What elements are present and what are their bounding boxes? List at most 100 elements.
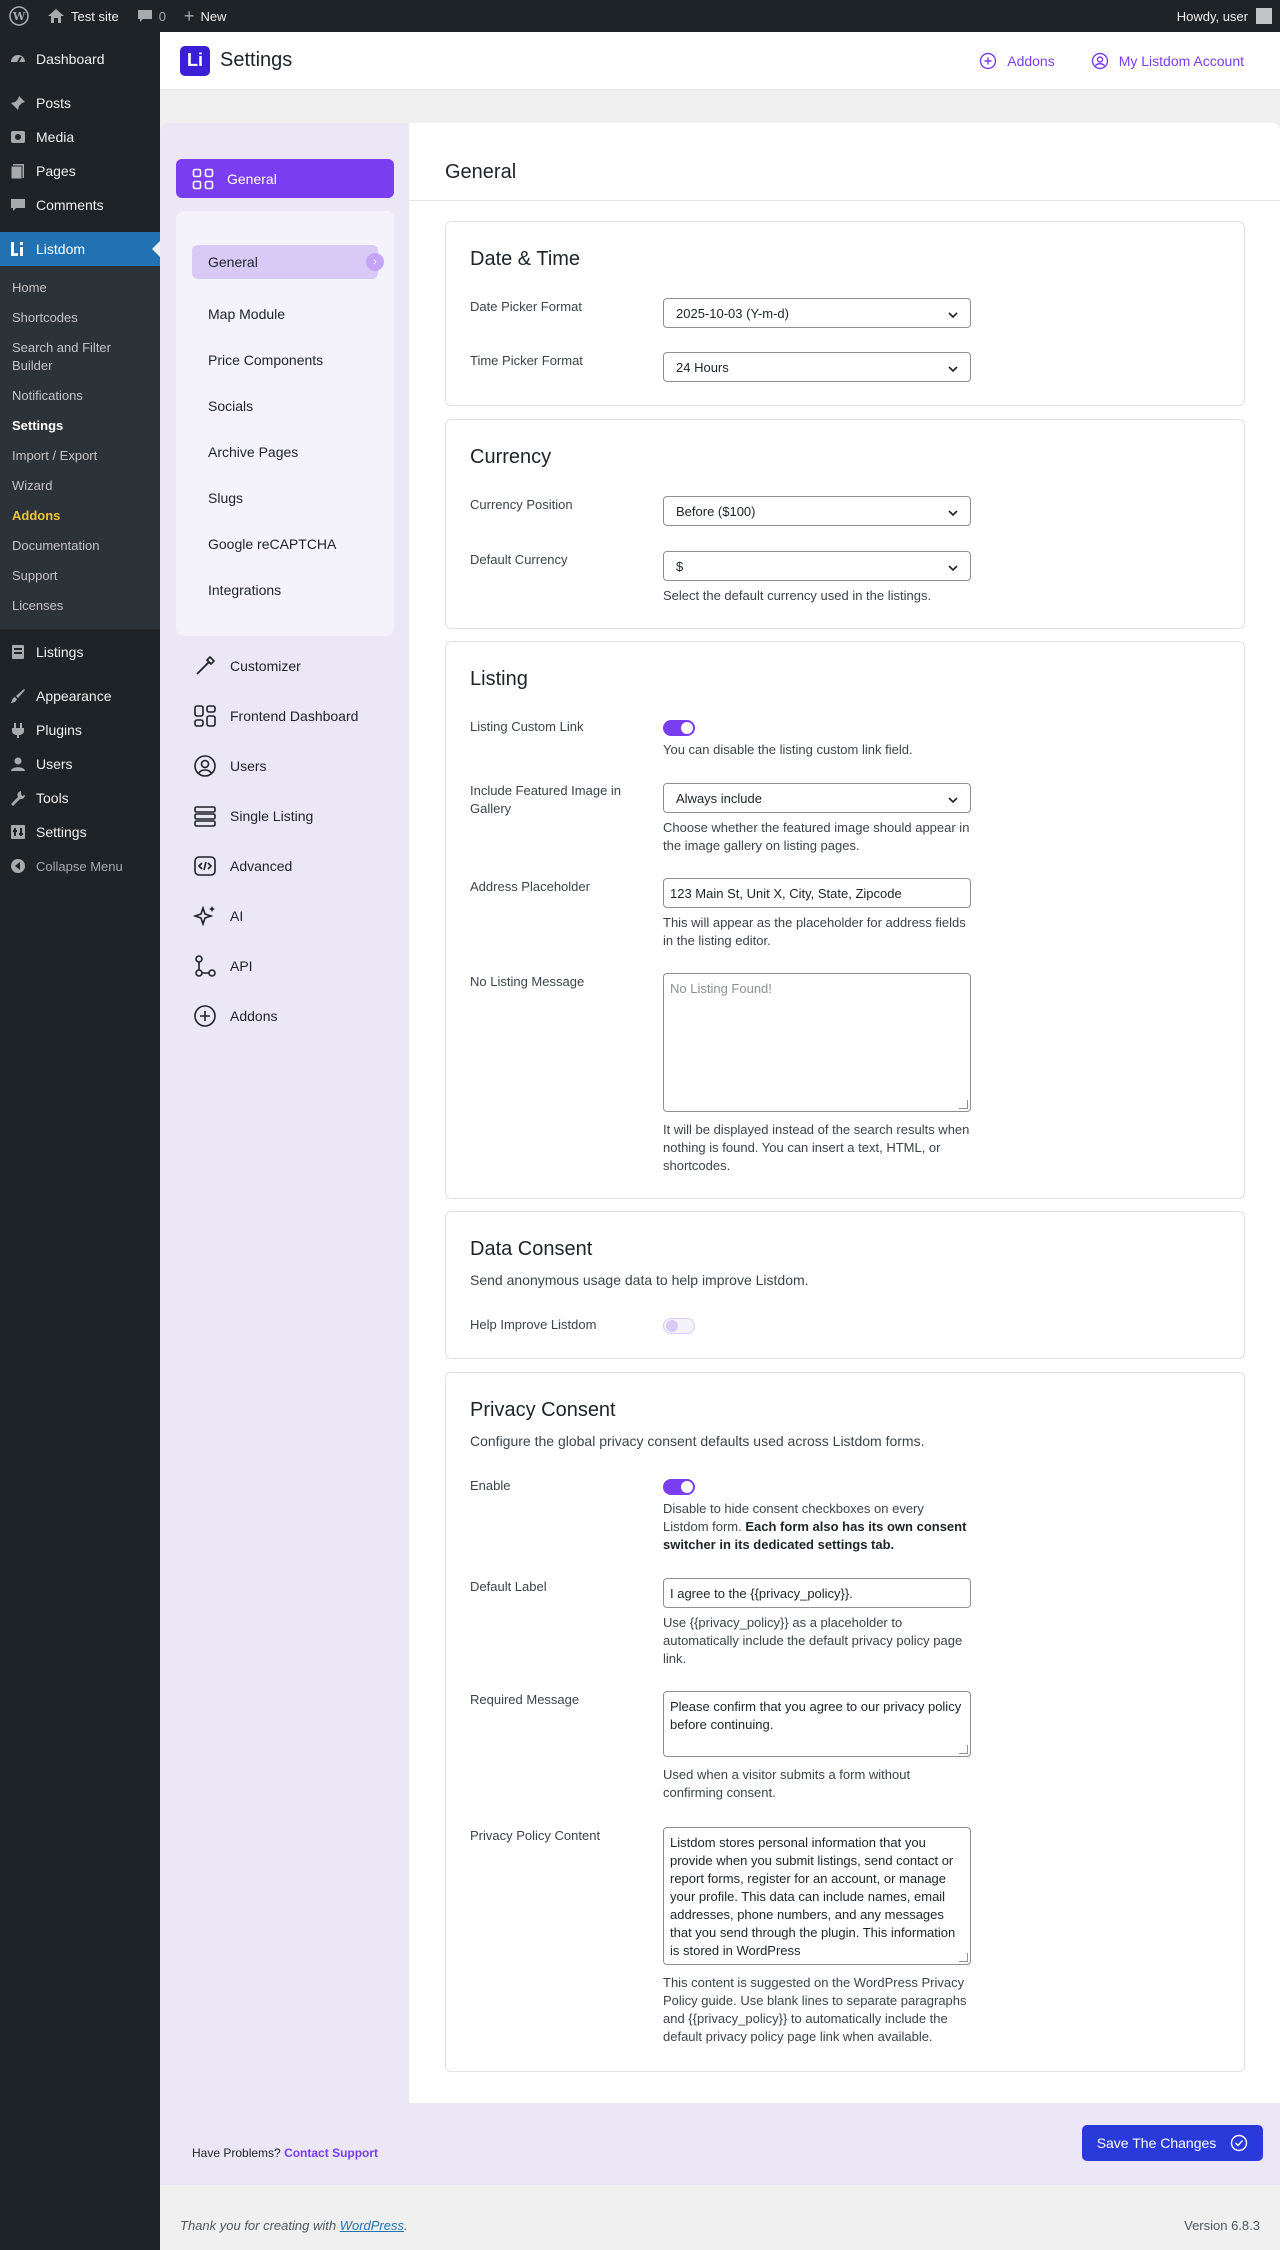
submenu-search-filter[interactable]: Search and Filter Builder xyxy=(0,333,160,381)
currency-position-select[interactable]: Before ($100) xyxy=(663,496,971,526)
account-menu[interactable]: Howdy, user xyxy=(1168,0,1280,32)
subnav-general[interactable]: General › xyxy=(192,245,384,279)
address-placeholder-input[interactable]: 123 Main St, Unit X, City, State, Zipcod… xyxy=(663,878,971,908)
collapse-label: Collapse Menu xyxy=(36,858,123,874)
address-placeholder-help: This will appear as the placeholder for … xyxy=(663,915,966,948)
help-improve-toggle[interactable] xyxy=(663,1318,695,1334)
menu-listings[interactable]: Listings xyxy=(0,635,160,669)
date-format-select[interactable]: 2025-10-03 (Y-m-d) xyxy=(663,298,971,328)
addons-link[interactable]: Addons xyxy=(979,52,1055,70)
menu-label: Appearance xyxy=(36,688,112,704)
nav-customizer[interactable]: Customizer xyxy=(192,653,301,679)
wrench-icon xyxy=(8,788,28,808)
submenu-home[interactable]: Home xyxy=(0,273,160,303)
submenu-documentation[interactable]: Documentation xyxy=(0,531,160,561)
submenu-settings[interactable]: Settings xyxy=(0,411,160,441)
currency-position-label: Currency Position xyxy=(470,497,573,512)
collapse-menu-button[interactable]: Collapse Menu xyxy=(0,849,160,883)
site-name-link[interactable]: Test site xyxy=(38,0,128,32)
nav-general[interactable]: General xyxy=(176,159,394,198)
menu-posts[interactable]: Posts xyxy=(0,86,160,120)
required-message-textarea[interactable]: Please confirm that you agree to our pri… xyxy=(663,1691,971,1757)
menu-listdom[interactable]: Listdom xyxy=(0,232,160,266)
nav-addons[interactable]: Addons xyxy=(192,1003,277,1029)
default-label-input[interactable]: I agree to the {{privacy_policy}}. xyxy=(663,1578,971,1608)
account-link[interactable]: My Listdom Account xyxy=(1091,52,1244,70)
menu-media[interactable]: Media xyxy=(0,120,160,154)
subnav-archive-pages[interactable]: Archive Pages xyxy=(176,429,394,475)
card-title: Data Consent xyxy=(470,1238,593,1260)
account-link-label: My Listdom Account xyxy=(1118,52,1244,69)
menu-pages[interactable]: Pages xyxy=(0,154,160,188)
no-listing-help: It will be displayed instead of the sear… xyxy=(663,1122,970,1173)
wp-version: Version 6.8.3 xyxy=(1184,2218,1260,2233)
subnav-price-components[interactable]: Price Components xyxy=(176,337,394,383)
subnav-map-module[interactable]: Map Module xyxy=(176,291,394,337)
nav-label: Frontend Dashboard xyxy=(230,708,359,724)
plus-circle-icon xyxy=(192,1003,218,1029)
wordpress-link[interactable]: WordPress xyxy=(340,2218,404,2233)
menu-dashboard[interactable]: Dashboard xyxy=(0,42,160,76)
page-title: Settings xyxy=(220,49,293,71)
new-content-link[interactable]: + New xyxy=(175,0,236,32)
nav-frontend-dashboard[interactable]: Frontend Dashboard xyxy=(192,703,358,729)
menu-settings[interactable]: Settings xyxy=(0,815,160,849)
featured-image-select[interactable]: Always include xyxy=(663,783,971,813)
custom-link-toggle[interactable] xyxy=(663,720,695,736)
support-line: Have Problems? Contact Support xyxy=(192,2146,378,2160)
contact-support-link[interactable]: Contact Support xyxy=(284,2146,378,2160)
submenu-licenses[interactable]: Licenses xyxy=(0,591,160,621)
subnav-label: General xyxy=(208,254,258,270)
time-format-select[interactable]: 24 Hours xyxy=(663,352,971,382)
menu-users[interactable]: Users xyxy=(0,747,160,781)
submenu-shortcodes[interactable]: Shortcodes xyxy=(0,303,160,333)
submenu-notifications[interactable]: Notifications xyxy=(0,381,160,411)
default-currency-select[interactable]: $ xyxy=(663,551,971,581)
page-icon xyxy=(8,161,28,181)
enable-toggle[interactable] xyxy=(663,1479,695,1495)
policy-content-textarea[interactable]: Listdom stores personal information that… xyxy=(663,1827,971,1965)
menu-comments[interactable]: Comments xyxy=(0,188,160,222)
menu-label: Media xyxy=(36,129,75,145)
plus-icon: + xyxy=(183,5,195,26)
settings-icon xyxy=(8,822,28,842)
enable-help: Disable to hide consent checkboxes on ev… xyxy=(663,1500,971,1554)
nav-api[interactable]: API xyxy=(192,953,253,979)
menu-label: Comments xyxy=(36,197,104,213)
menu-label: Listdom xyxy=(36,241,86,257)
nav-users[interactable]: Users xyxy=(192,753,267,779)
chevron-down-icon xyxy=(948,559,958,574)
listdom-logo: Li xyxy=(180,45,210,76)
home-icon xyxy=(48,9,64,23)
nav-label: Single Listing xyxy=(230,808,314,824)
nav-label: Advanced xyxy=(230,858,293,874)
wand-icon xyxy=(192,653,218,679)
submenu-import-export[interactable]: Import / Export xyxy=(0,441,160,471)
menu-plugins[interactable]: Plugins xyxy=(0,713,160,747)
textarea-value: Listdom stores personal information that… xyxy=(663,1827,971,1965)
submenu-support[interactable]: Support xyxy=(0,561,160,591)
comments-link[interactable]: 0 xyxy=(128,0,175,32)
nav-advanced[interactable]: Advanced xyxy=(192,853,292,879)
save-button[interactable]: Save The Changes xyxy=(1082,2125,1263,2161)
wp-footer: Thank you for creating with WordPress. V… xyxy=(180,2218,1260,2233)
menu-appearance[interactable]: Appearance xyxy=(0,679,160,713)
menu-tools[interactable]: Tools xyxy=(0,781,160,815)
plugin-icon xyxy=(8,720,28,740)
card-description: Send anonymous usage data to help improv… xyxy=(470,1272,809,1288)
subnav-slugs[interactable]: Slugs xyxy=(176,475,394,521)
menu-label: Posts xyxy=(36,95,72,111)
chevron-down-icon xyxy=(948,306,958,321)
featured-image-help: Choose whether the featured image should… xyxy=(663,820,970,853)
wordpress-logo-icon[interactable]: W xyxy=(0,0,38,32)
subnav-socials[interactable]: Socials xyxy=(176,383,394,429)
submenu-addons[interactable]: Addons xyxy=(0,501,160,531)
subnav-recaptcha[interactable]: Google reCAPTCHA xyxy=(176,521,394,567)
nav-label: Addons xyxy=(230,1008,278,1024)
no-listing-textarea[interactable]: No Listing Found! xyxy=(663,973,971,1112)
submenu-wizard[interactable]: Wizard xyxy=(0,471,160,501)
nav-single-listing[interactable]: Single Listing xyxy=(192,803,313,829)
nav-ai[interactable]: AI xyxy=(192,903,243,929)
subnav-integrations[interactable]: Integrations xyxy=(176,567,394,613)
sparkle-icon xyxy=(192,903,218,929)
